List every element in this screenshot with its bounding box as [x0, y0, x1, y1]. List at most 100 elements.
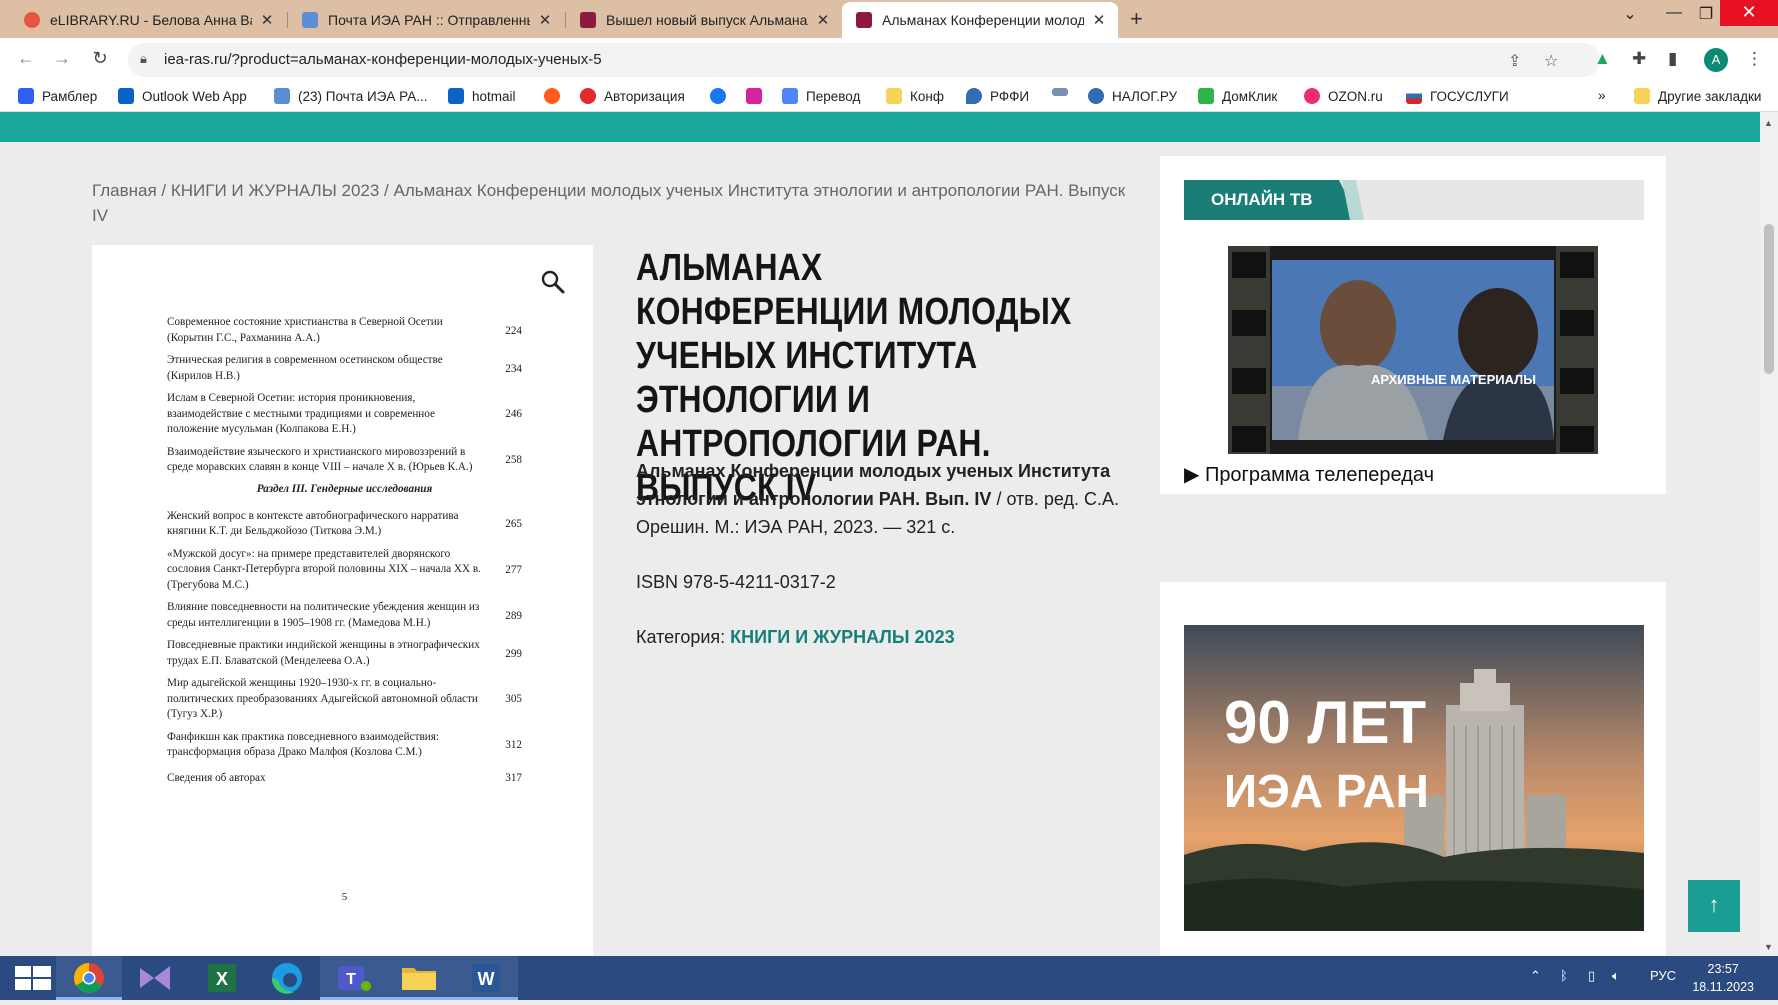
toc-entry: Женский вопрос в контексте автобиографич…: [167, 509, 522, 538]
toc-entry: Взаимодействие языческого и христианског…: [167, 445, 522, 474]
scroll-up-arrow-icon[interactable]: ▲: [1764, 118, 1773, 128]
bookmark-ozon[interactable]: OZON.ru: [1304, 88, 1383, 104]
taskbar-teams[interactable]: T: [320, 956, 386, 1000]
menu-kebab-icon[interactable]: ⋮: [1746, 49, 1763, 69]
breadcrumb[interactable]: Главная / КНИГИ И ЖУРНАЛЫ 2023 / Альмана…: [92, 178, 1132, 228]
close-tab-icon[interactable]: ✕: [258, 11, 276, 29]
language-indicator[interactable]: РУС: [1650, 968, 1676, 983]
extensions-puzzle-icon[interactable]: ✚: [1632, 49, 1646, 69]
tv-program-link[interactable]: ▶ Программа телепередач: [1184, 462, 1434, 487]
folder-icon: [1634, 88, 1650, 104]
new-tab-button[interactable]: +: [1130, 6, 1143, 32]
back-to-top-button[interactable]: ↑: [1688, 880, 1740, 932]
windows-taskbar: X T W ⌃ ᛒ ▯ 🔈︎ РУС 23:57 18.11.2023: [0, 956, 1778, 1000]
close-window-button[interactable]: ✕: [1720, 0, 1778, 26]
taskbar-explorer[interactable]: [386, 956, 452, 1000]
hotmail-icon: [448, 88, 464, 104]
page-scrollbar[interactable]: ▲ ▼: [1760, 112, 1778, 956]
taskbar-excel[interactable]: X: [188, 956, 254, 1000]
elibrary-icon: [544, 88, 560, 104]
tray-expand-chevron-icon[interactable]: ⌃: [1530, 968, 1541, 984]
close-tab-icon[interactable]: ✕: [1090, 11, 1108, 29]
address-bar[interactable]: 🔒︎ iea-ras.ru/?product=альманах-конферен…: [128, 43, 1600, 77]
tv-tab-header: ОНЛАЙН ТВ: [1184, 180, 1644, 220]
bookmark-domclick[interactable]: ДомКлик: [1198, 88, 1277, 104]
disclosure-triangle-icon: ▶: [1184, 464, 1205, 486]
bookmark-misc[interactable]: [1052, 88, 1076, 96]
category-label: Категория:: [636, 627, 731, 647]
battery-icon[interactable]: ▯: [1588, 968, 1595, 984]
close-tab-icon[interactable]: ✕: [536, 11, 554, 29]
bookmark-gosuslugi[interactable]: ГОСУСЛУГИ: [1406, 88, 1509, 104]
category-link[interactable]: КНИГИ И ЖУРНАЛЫ 2023: [730, 627, 954, 647]
bookmark-instagram[interactable]: [746, 88, 770, 104]
zoom-magnifier-icon[interactable]: [540, 269, 566, 295]
reload-icon[interactable]: ↻: [88, 48, 112, 69]
tab-title: Вышел новый выпуск Альманах: [606, 12, 808, 28]
bookmark-translate[interactable]: Перевод: [782, 88, 860, 104]
profile-avatar[interactable]: A: [1704, 48, 1728, 72]
close-tab-icon[interactable]: ✕: [814, 11, 832, 29]
taskbar-edge[interactable]: [254, 956, 320, 1000]
anniversary-banner-card: 90 ЛЕТ ИЭА РАН: [1160, 582, 1666, 956]
forward-arrow-icon[interactable]: →: [50, 48, 74, 69]
scan-page-number: 5: [341, 891, 348, 903]
google-drive-icon[interactable]: ▲: [1594, 49, 1611, 69]
bookmark-rambler[interactable]: Рамблер: [18, 88, 97, 104]
translate-icon: [782, 88, 798, 104]
excel-icon: X: [208, 964, 236, 992]
back-arrow-icon[interactable]: ←: [14, 48, 38, 69]
rambler-icon: [18, 88, 34, 104]
bookmark-facebook[interactable]: [710, 88, 734, 104]
toc-entry: Мир адыгейской женщины 1920–1930-х гг. в…: [167, 677, 522, 720]
toc-section-heading: Раздел III. Гендерные исследования: [256, 482, 433, 495]
tab-almanac-active[interactable]: Альманах Конференции молод ✕: [842, 2, 1118, 38]
bookmark-nalog[interactable]: НАЛОГ.РУ: [1088, 88, 1177, 104]
scroll-down-arrow-icon[interactable]: ▼: [1764, 942, 1773, 952]
isbn: ISBN 978-5-4211-0317-2: [636, 572, 836, 592]
online-tv-widget: ОНЛАЙН ТВ АРХИВНЫЕ МАТЕРИАЛЫ ▶ Программа…: [1160, 156, 1666, 494]
bookmark-yandex-auth[interactable]: Авторизация: [580, 88, 685, 104]
clock-date: 18.11.2023: [1692, 980, 1754, 994]
more-bookmarks-chevron-icon[interactable]: »: [1598, 88, 1606, 103]
bookmark-elibrary[interactable]: [544, 88, 568, 104]
bookmark-mail[interactable]: (23) Почта ИЭА РА...: [274, 88, 428, 104]
bookmark-conf[interactable]: Конф: [886, 88, 944, 104]
domclick-icon: [1198, 88, 1214, 104]
share-icon[interactable]: ⇪: [1508, 51, 1521, 71]
link-icon: [1052, 88, 1068, 96]
gosuslugi-icon: [1406, 88, 1422, 104]
bookmark-outlook[interactable]: Outlook Web App: [118, 88, 247, 104]
tab-title: Почта ИЭА РАН :: Отправленны: [328, 12, 530, 28]
svg-text:X: X: [216, 969, 228, 989]
archive-video-thumbnail[interactable]: АРХИВНЫЕ МАТЕРИАЛЫ: [1228, 246, 1598, 454]
bookmark-hotmail[interactable]: hotmail: [448, 88, 516, 104]
other-bookmarks-folder[interactable]: Другие закладки: [1634, 88, 1761, 104]
tab-search-chevron-icon[interactable]: ⌄: [1610, 4, 1650, 24]
taskbar-clock[interactable]: 23:57 18.11.2023: [1692, 960, 1754, 996]
anniversary-banner[interactable]: 90 ЛЕТ ИЭА РАН: [1184, 625, 1644, 931]
visual-studio-icon: [140, 966, 170, 990]
site-nav-bar: [0, 112, 1760, 142]
word-icon: W: [472, 964, 500, 992]
bookmark-star-icon[interactable]: ☆: [1544, 51, 1558, 71]
taskbar-vs[interactable]: [122, 956, 188, 1000]
book-page-preview[interactable]: Современное состояние христианства в Сев…: [92, 245, 593, 956]
folder-icon: [886, 88, 902, 104]
side-panel-icon[interactable]: ▮: [1668, 49, 1677, 69]
tab-elibrary[interactable]: eLIBRARY.RU - Белова Анна Вал ✕: [10, 2, 286, 38]
chrome-icon: [73, 963, 104, 994]
scrollbar-thumb[interactable]: [1764, 224, 1774, 374]
tab-mail[interactable]: Почта ИЭА РАН :: Отправленны ✕: [288, 2, 564, 38]
volume-icon[interactable]: 🔈︎: [1612, 968, 1620, 984]
bookmark-rffi[interactable]: РФФИ: [966, 88, 1029, 104]
iea-favicon-icon: [580, 12, 596, 28]
taskbar-word[interactable]: W: [452, 956, 518, 1000]
tab-news[interactable]: Вышел новый выпуск Альманах ✕: [566, 2, 842, 38]
taskbar-chrome[interactable]: [56, 956, 122, 1000]
bluetooth-icon[interactable]: ᛒ: [1560, 968, 1568, 983]
url-text[interactable]: iea-ras.ru/?product=альманах-конференции…: [164, 51, 602, 68]
toc-entry: Фанфикшн как практика повседневного взаи…: [167, 730, 522, 759]
tv-tab-label[interactable]: ОНЛАЙН ТВ: [1184, 180, 1359, 220]
browser-toolbar: ← → ↻ 🔒︎ iea-ras.ru/?product=альманах-ко…: [0, 38, 1778, 82]
